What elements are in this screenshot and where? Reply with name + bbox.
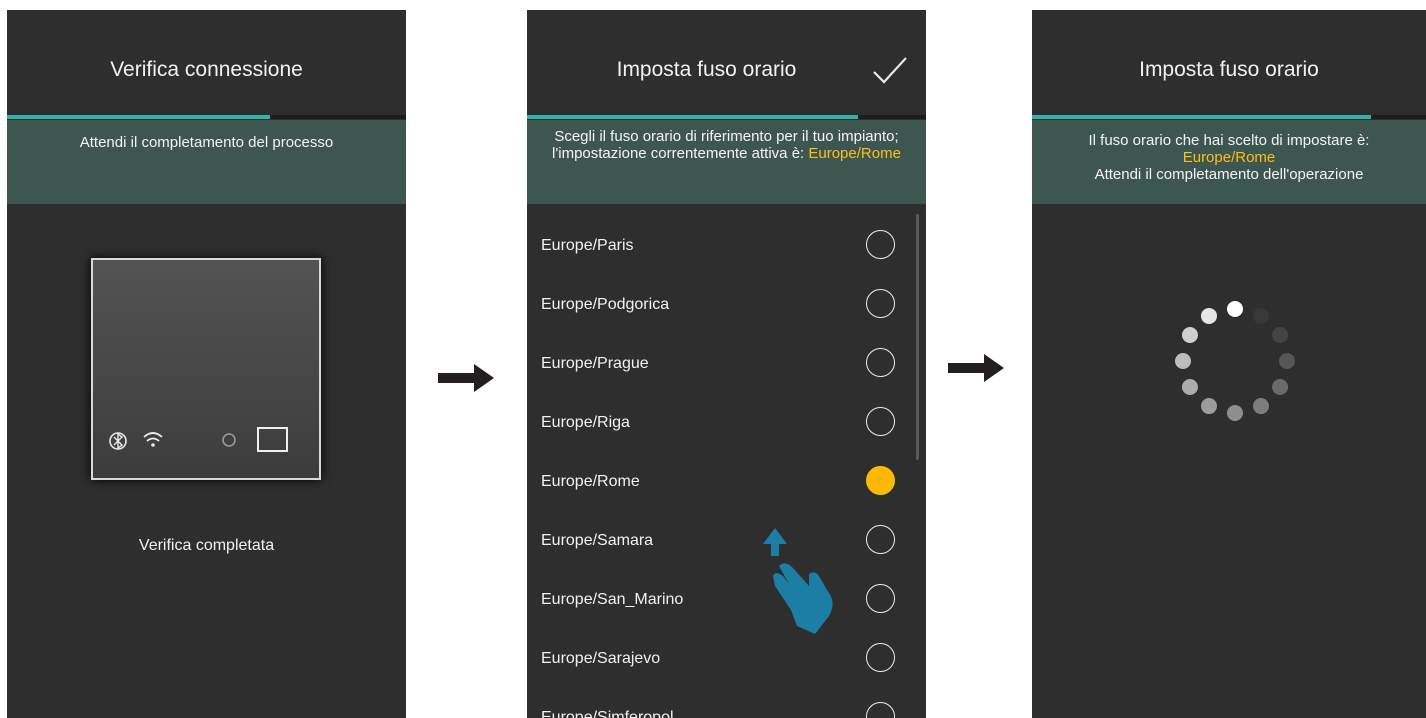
info-banner: Scegli il fuso orario di riferimento per…	[527, 120, 926, 204]
banner-line-2: Attendi il completamento dell'operazione	[1094, 166, 1364, 183]
right-arrow-icon	[948, 354, 1004, 382]
radio-unselected[interactable]	[866, 584, 895, 613]
spinner-dot	[1201, 398, 1217, 415]
top-bar: Imposta fuso orario	[1032, 10, 1426, 114]
screen-title: Verifica connessione	[110, 58, 303, 81]
progress-bar	[1032, 115, 1426, 119]
radio-unselected[interactable]	[866, 407, 895, 436]
radio-unselected[interactable]	[866, 702, 895, 718]
bluetooth-icon	[109, 432, 127, 450]
spinner-dot	[1175, 353, 1191, 369]
spinner-dot	[1253, 307, 1269, 324]
banner-text: Attendi il completamento del processo	[79, 134, 334, 151]
top-bar: Verifica connessione	[7, 10, 406, 114]
device-panel	[109, 427, 288, 452]
timezone-row[interactable]: Europe/San_Marino	[527, 570, 917, 630]
radio-unselected[interactable]	[866, 348, 895, 377]
scrollbar[interactable]	[916, 214, 919, 460]
timezone-row[interactable]: Europe/Riga	[527, 393, 917, 453]
checkmark-icon[interactable]	[870, 54, 910, 88]
timezone-row[interactable]: Europe/Paris	[527, 216, 917, 276]
led-icon	[222, 433, 236, 447]
progress-bar	[7, 115, 406, 119]
timezone-label: Europe/Podgorica	[541, 296, 670, 313]
wifi-icon	[143, 432, 163, 447]
timezone-label: Europe/Rome	[541, 473, 640, 490]
screen-verifica-connessione: Verifica connessione Attendi il completa…	[7, 10, 406, 718]
top-bar: Imposta fuso orario	[527, 10, 926, 114]
screen-title: Imposta fuso orario	[616, 58, 797, 81]
timezone-row[interactable]: Europe/Prague	[527, 334, 917, 394]
radio-unselected[interactable]	[866, 289, 895, 318]
spinner-dot	[1227, 405, 1243, 421]
timezone-label: Europe/Samara	[541, 532, 654, 549]
timezone-label: Europe/Sarajevo	[541, 650, 661, 667]
timezone-list[interactable]: Europe/Paris Europe/Podgorica Europe/Pragu…	[527, 216, 926, 718]
device-illustration	[91, 258, 321, 480]
radio-unselected[interactable]	[866, 525, 895, 554]
timezone-row[interactable]: Europe/Podgorica	[527, 275, 917, 335]
spinner-dot	[1181, 379, 1198, 395]
info-banner: Attendi il completamento del processo	[7, 120, 406, 204]
swipe-up-hand-icon	[763, 528, 833, 634]
timezone-label: Europe/Simferopol	[541, 709, 674, 718]
spinner-dot	[1181, 327, 1198, 343]
timezone-row[interactable]: Europe/Simferopol	[527, 688, 917, 718]
status-message: Verifica completata	[138, 537, 275, 554]
info-banner: Il fuso orario che hai scelto di imposta…	[1032, 120, 1426, 204]
progress-bar	[527, 115, 926, 119]
current-timezone: Europe/Rome	[808, 145, 901, 162]
square-icon	[257, 427, 288, 452]
spinner-dot	[1253, 398, 1269, 415]
screen-imposta-fuso-orario-in-corso: Imposta fuso orario Il fuso orario che h…	[1032, 10, 1426, 718]
timezone-label: Europe/Prague	[541, 355, 649, 372]
timezone-label: Europe/Riga	[541, 414, 630, 431]
right-arrow-icon	[438, 364, 494, 392]
spinner-dot	[1227, 301, 1243, 317]
progress-fill	[527, 115, 859, 119]
screen-title: Imposta fuso orario	[1139, 58, 1319, 81]
spinner-dot	[1201, 307, 1217, 324]
screen-imposta-fuso-orario: Imposta fuso orario Scegli il fuso orari…	[527, 10, 926, 718]
radio-unselected[interactable]	[866, 230, 895, 259]
spinner-dot	[1272, 379, 1289, 395]
spinner-dot	[1279, 353, 1295, 369]
timezone-label: Europe/San_Marino	[541, 591, 684, 608]
radio-unselected[interactable]	[866, 643, 895, 672]
timezone-row[interactable]: Europe/Rome	[527, 452, 917, 512]
loading-spinner-icon	[1175, 301, 1295, 421]
progress-fill	[7, 115, 271, 119]
progress-fill	[1032, 115, 1371, 119]
timezone-row[interactable]: Europe/Sarajevo	[527, 629, 917, 689]
radio-selected[interactable]	[866, 466, 895, 495]
spinner-dot	[1272, 327, 1289, 343]
timezone-row[interactable]: Europe/Samara	[527, 511, 917, 571]
banner-line-1: Il fuso orario che hai scelto di imposta…	[1088, 132, 1370, 149]
timezone-label: Europe/Paris	[541, 237, 634, 254]
chosen-timezone: Europe/Rome	[1182, 149, 1276, 166]
